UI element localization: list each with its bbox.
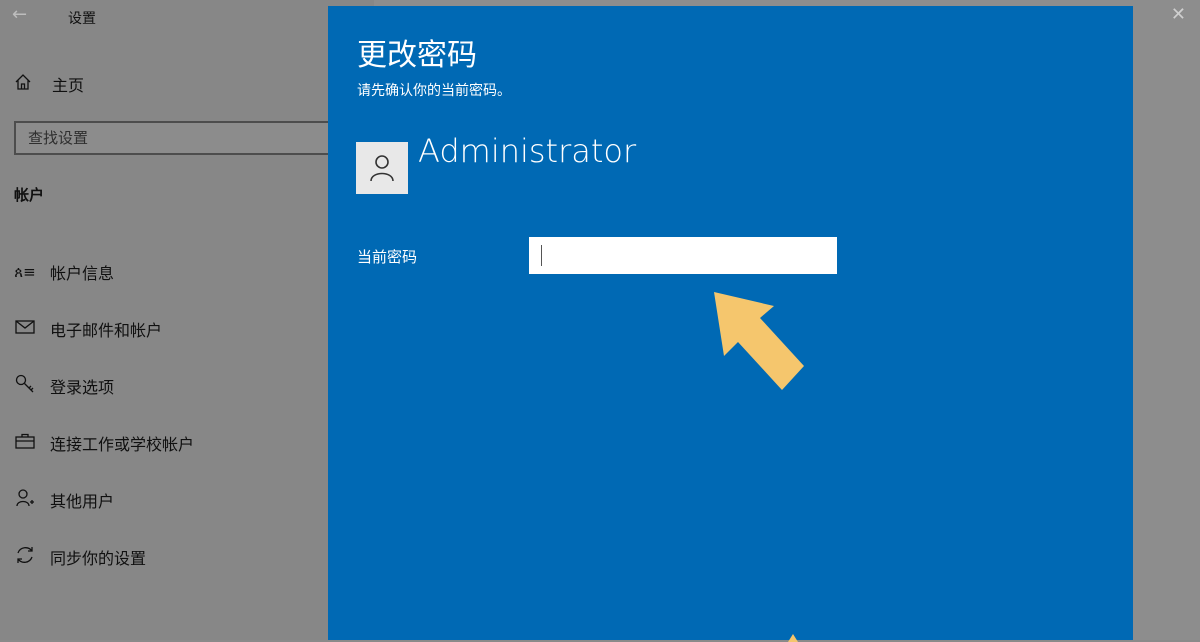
window-title: 设置 [68,11,96,27]
annotation-arrow-icon [714,292,804,390]
sidebar-item-other-users[interactable]: 其他用户 [12,471,194,528]
sidebar-item-label: 其他用户 [50,491,115,511]
text-caret [541,245,542,266]
sidebar-item-label: 连接工作或学校帐户 [50,434,195,454]
home-label: 主页 [52,76,85,95]
user-name: Administrator [418,132,637,170]
section-title: 帐户 [14,186,45,204]
home-nav-item[interactable]: 主页 [14,72,84,96]
sync-icon [12,545,38,569]
back-arrow-icon[interactable]: ← [12,4,27,25]
home-icon [14,73,38,96]
change-password-dialog: 更改密码 请先确认你的当前密码。 Administrator 当前密码 [328,6,1133,642]
title-bar: ← 设置 [0,0,374,34]
sidebar-item-email[interactable]: 电子邮件和帐户 [12,300,194,357]
search-input[interactable] [16,123,340,153]
current-password-input[interactable] [529,237,837,274]
sidebar-item-signin-options[interactable]: 登录选项 [12,357,194,414]
mail-icon [12,319,38,338]
close-icon[interactable]: ✕ [1171,4,1186,25]
sidebar-item-label: 登录选项 [50,377,115,397]
sidebar-nav: ጰ≡ 帐户信息 电子邮件和帐户 登录选项 连接工作或学校帐户 其他用户 同步你的… [12,243,194,585]
sidebar-item-work-school[interactable]: 连接工作或学校帐户 [12,414,194,471]
key-icon [12,374,38,398]
dialog-title: 更改密码 [357,38,477,73]
add-user-icon [12,488,38,512]
current-password-label: 当前密码 [357,248,418,266]
sidebar-item-label: 帐户信息 [50,263,115,283]
current-password-field[interactable] [529,237,837,274]
briefcase-icon [12,433,38,453]
sidebar-item-label: 同步你的设置 [50,548,147,568]
user-avatar-icon [356,142,408,194]
settings-sidebar: ← 设置 主页 帐户 ጰ≡ 帐户信息 电子邮件和帐户 登录选项 [0,0,374,640]
search-box[interactable] [14,121,344,155]
sidebar-item-label: 电子邮件和帐户 [50,320,163,340]
dialog-subtitle: 请先确认你的当前密码。 [357,83,511,99]
sidebar-item-account-info[interactable]: ጰ≡ 帐户信息 [12,243,194,300]
sidebar-item-sync[interactable]: 同步你的设置 [12,528,194,585]
account-info-icon: ጰ≡ [14,262,36,281]
